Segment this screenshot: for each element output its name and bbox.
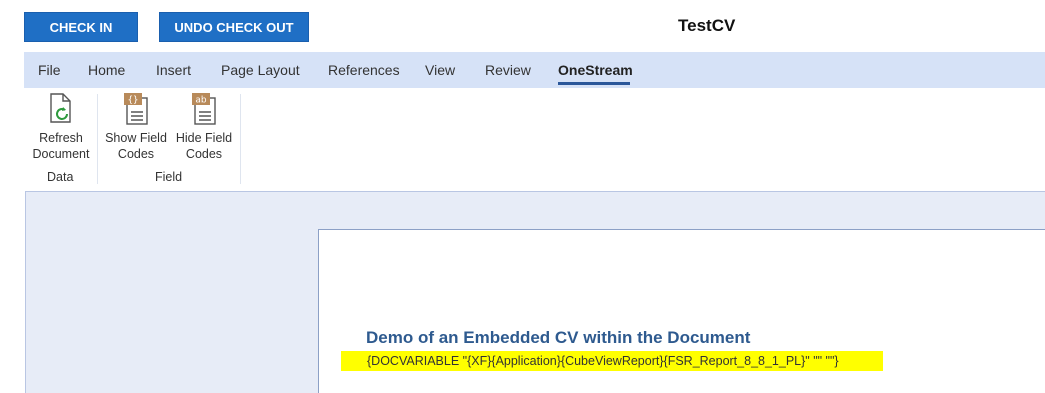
hide-field-codes-icon: ab bbox=[192, 93, 216, 125]
show-field-codes-button[interactable]: {} Show Field Codes bbox=[102, 92, 170, 162]
show-field-line2: Codes bbox=[117, 147, 155, 161]
check-in-button[interactable]: CHECK IN bbox=[24, 12, 138, 42]
show-field-codes-icon: {} bbox=[124, 93, 148, 125]
tab-onestream[interactable]: OneStream bbox=[558, 62, 633, 78]
svg-text:{}: {} bbox=[128, 96, 139, 106]
group-label-field: Field bbox=[155, 170, 183, 184]
tab-references[interactable]: References bbox=[328, 62, 400, 78]
tab-home[interactable]: Home bbox=[88, 62, 125, 78]
svg-text:ab: ab bbox=[195, 96, 207, 106]
document-heading: Demo of an Embedded CV within the Docume… bbox=[366, 328, 751, 347]
refresh-line2: Document bbox=[32, 147, 90, 161]
show-field-line1: Show Field bbox=[105, 131, 167, 145]
group-label-data: Data bbox=[47, 170, 74, 184]
tab-view[interactable]: View bbox=[425, 62, 455, 78]
docvariable-field-code[interactable]: {DOCVARIABLE "{XF}{Application}{CubeView… bbox=[341, 351, 883, 371]
tab-review[interactable]: Review bbox=[485, 62, 531, 78]
document-title: TestCV bbox=[678, 16, 736, 35]
tab-file[interactable]: File bbox=[38, 62, 61, 78]
refresh-document-icon bbox=[50, 93, 71, 123]
undo-check-out-button[interactable]: UNDO CHECK OUT bbox=[159, 12, 309, 42]
hide-field-line1: Hide Field bbox=[175, 131, 233, 145]
refresh-line1: Refresh bbox=[39, 131, 83, 145]
tab-insert[interactable]: Insert bbox=[156, 62, 191, 78]
hide-field-line2: Codes bbox=[185, 147, 223, 161]
hide-field-codes-button[interactable]: ab Hide Field Codes bbox=[172, 92, 236, 162]
tab-page-layout[interactable]: Page Layout bbox=[221, 62, 300, 78]
ribbon-group-separator bbox=[97, 94, 98, 184]
ribbon-group-separator bbox=[240, 94, 241, 184]
refresh-document-button[interactable]: Refresh Document bbox=[27, 92, 95, 162]
active-tab-indicator bbox=[558, 82, 630, 85]
top-bar: CHECK IN UNDO CHECK OUT TestCV bbox=[0, 0, 1045, 52]
